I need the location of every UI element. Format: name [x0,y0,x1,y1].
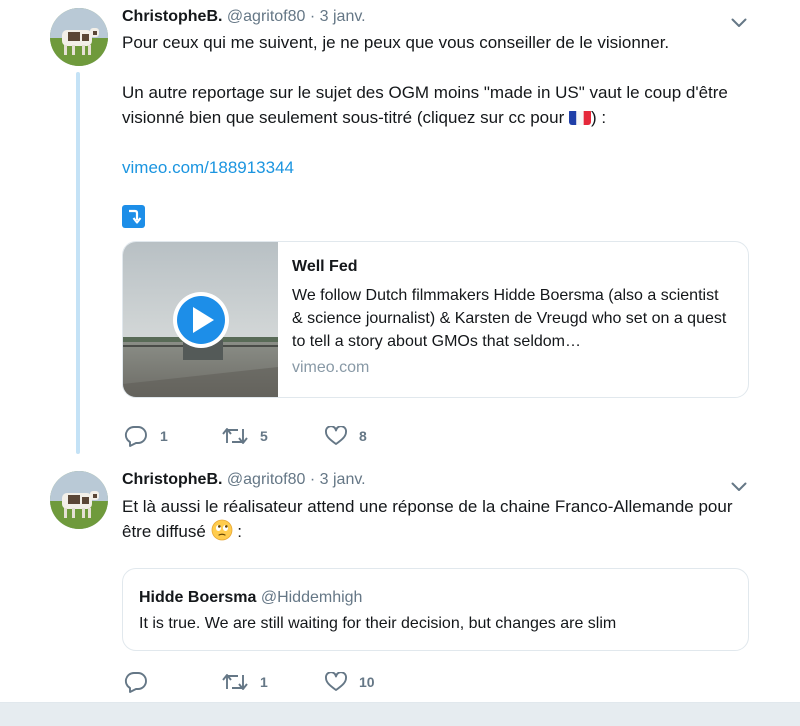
tweet[interactable]: ChristopheB. @agritof80 · 3 janv. Pour c… [0,0,790,462]
quoted-tweet-text: It is true. We are still waiting for the… [139,615,617,632]
author-handle[interactable]: @agritof80 [227,8,306,25]
tweet-actions: 1 10 [122,670,522,694]
retweet-button[interactable]: 1 [222,670,268,694]
reply-count: 1 [160,428,168,444]
retweet-icon [222,426,248,446]
reply-button[interactable] [124,670,160,694]
chevron-down-icon[interactable] [731,479,747,491]
separator-dot: · [309,8,316,25]
card-domain: vimeo.com [292,359,370,376]
card-description: We follow Dutch filmmakers Hidde Boersma… [292,287,727,350]
tweet-paragraph: Un autre reportage sur le sujet des OGM … [122,80,762,130]
divider [0,702,800,703]
tweet-date[interactable]: 3 janv. [320,471,366,488]
heart-icon [325,426,347,446]
reply-icon [124,671,148,693]
tweet-paragraph: Et là aussi le réalisateur attend une ré… [122,494,762,544]
reply-icon [124,425,148,447]
tweet-paragraph-text: ) : [590,108,607,127]
like-count: 8 [359,428,367,444]
author-handle[interactable]: @agritof80 [227,471,306,488]
reply-button[interactable]: 1 [124,424,168,448]
heart-icon [325,672,347,692]
quoted-tweet-header: Hidde Boersma @Hiddemhigh [139,589,362,607]
like-button[interactable]: 10 [325,670,375,694]
author-name[interactable]: ChristopheB. [122,8,222,25]
avatar[interactable] [50,8,108,66]
right-arrow-curving-down-icon [122,205,145,228]
quoted-author-name: Hidde Boersma [139,589,257,606]
tweet-paragraph-text: : [232,522,242,541]
quoted-author-handle: @Hiddemhigh [260,589,363,606]
tweet-header: ChristopheB. @agritof80 · 3 janv. [122,8,366,26]
tweet-paragraph: Pour ceux qui me suivent, je ne peux que… [122,33,670,52]
link-card[interactable]: Well Fed We follow Dutch filmmakers Hidd… [122,241,749,398]
thread-connector-line [76,72,80,454]
tweet-actions: 1 5 8 [122,424,522,448]
retweet-icon [222,672,248,692]
retweet-count: 1 [260,674,268,690]
tweet-date[interactable]: 3 janv. [320,8,366,25]
card-thumbnail[interactable] [123,242,278,397]
like-button[interactable]: 8 [325,424,367,448]
quoted-tweet[interactable]: Hidde Boersma @Hiddemhigh It is true. We… [122,568,749,651]
avatar[interactable] [50,471,108,529]
tweet-text: Et là aussi le réalisateur attend une ré… [122,494,762,544]
chevron-down-icon[interactable] [731,15,747,27]
retweet-count: 5 [260,428,268,444]
like-count: 10 [359,674,375,690]
face-with-rolling-eyes-icon [211,519,233,541]
retweet-button[interactable]: 5 [222,424,268,448]
author-name[interactable]: ChristopheB. [122,471,222,488]
separator-dot: · [309,471,316,488]
card-title: Well Fed [292,258,358,275]
tweet-paragraph-text: Un autre reportage sur le sujet des OGM … [122,83,728,127]
tweet-header: ChristopheB. @agritof80 · 3 janv. [122,471,366,489]
tweet-link[interactable]: vimeo.com/188913344 [122,158,294,177]
france-flag-icon [568,109,591,125]
tweet-text: Pour ceux qui me suivent, je ne peux que… [122,30,762,180]
timeline-separator [0,702,800,726]
